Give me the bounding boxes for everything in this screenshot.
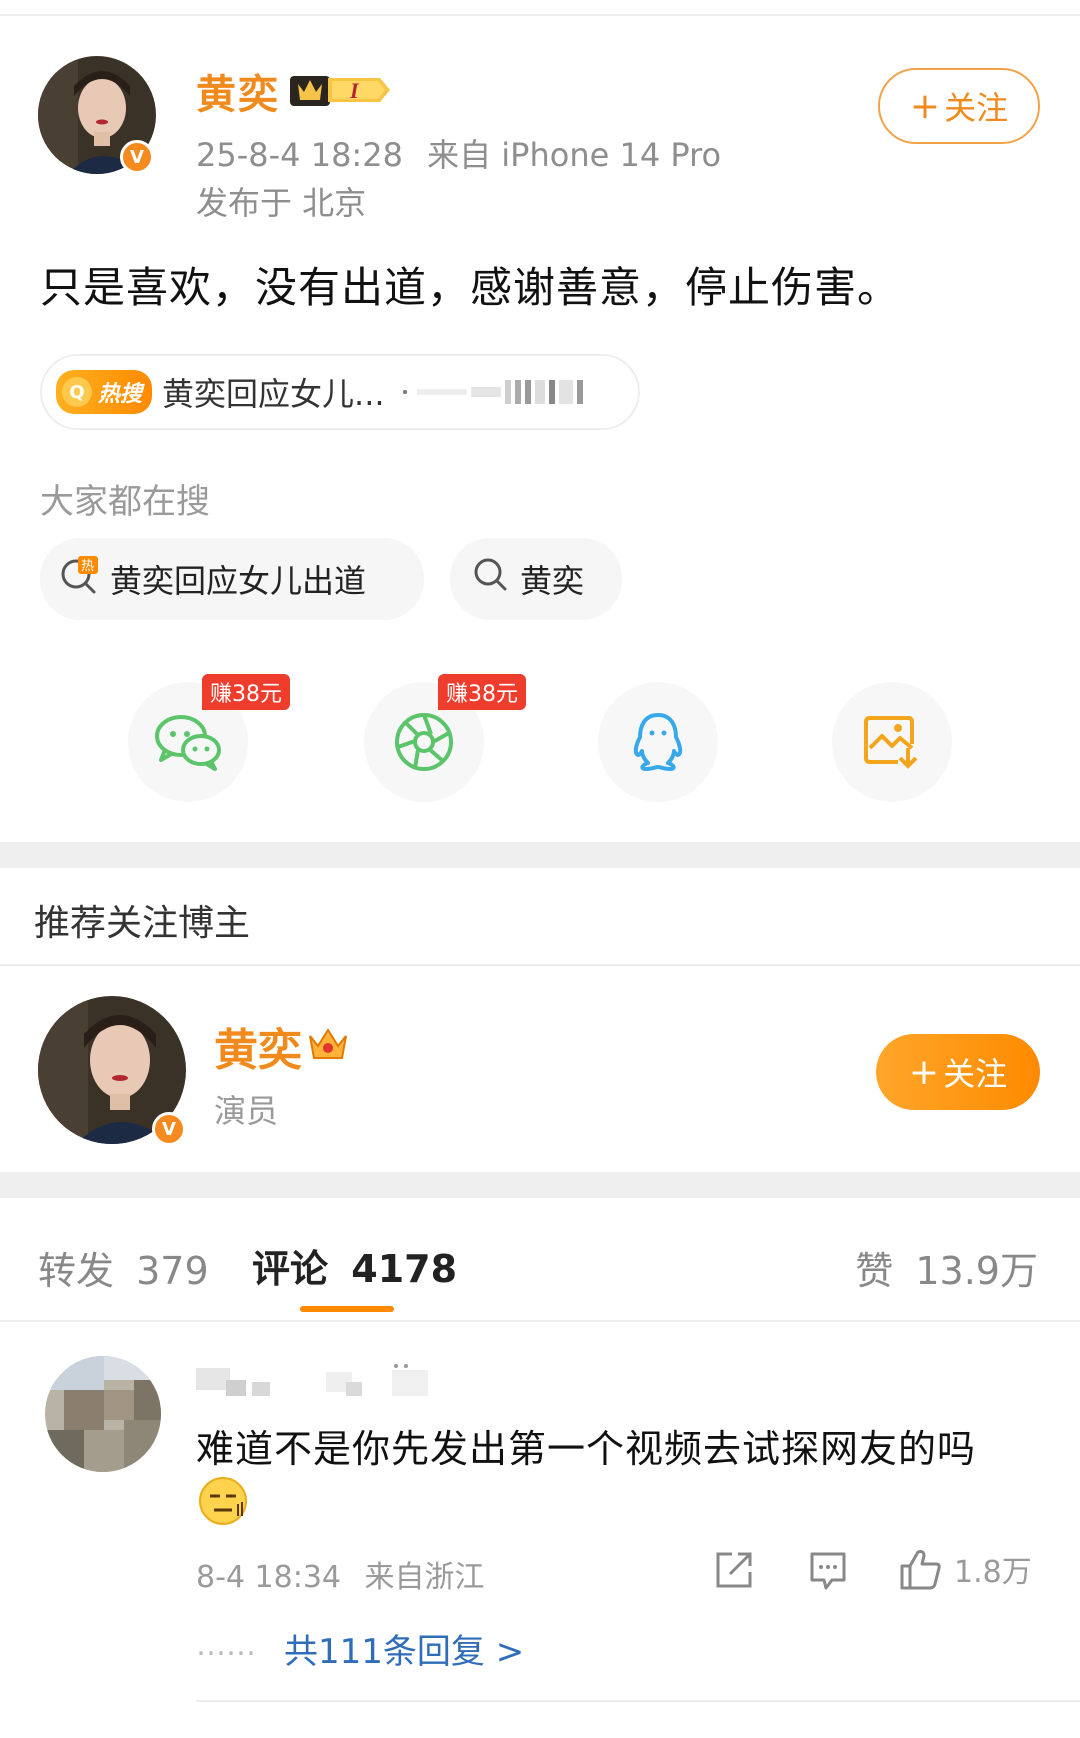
recommend-follow-button[interactable]: + 关注 bbox=[876, 1034, 1040, 1110]
recommend-title: 推荐关注博主 bbox=[34, 903, 251, 944]
hot-search-text: 黄奕回应女儿... bbox=[162, 375, 385, 413]
recommend-name[interactable]: 黄奕 bbox=[214, 1014, 302, 1078]
share-comment-button[interactable] bbox=[712, 1548, 756, 1592]
comment-icon bbox=[810, 1552, 846, 1590]
search-chip-label: 黄奕 bbox=[520, 562, 585, 600]
view-replies-link[interactable]: 共111条回复 > bbox=[284, 1624, 524, 1673]
tab-repost[interactable]: 转发 379 bbox=[38, 1240, 209, 1295]
save-image-button[interactable] bbox=[832, 682, 952, 802]
comment-meta: 8-4 18:34 来自浙江 bbox=[196, 1552, 485, 1596]
divider bbox=[0, 964, 1080, 966]
plus-icon: + bbox=[908, 1051, 940, 1093]
comment-like-count: 1.8万 bbox=[954, 1555, 1032, 1590]
follow-label: 关注 bbox=[944, 89, 1009, 127]
post-time-source: 25-8-4 18:28 来自 iPhone 14 Pro bbox=[196, 130, 721, 176]
search-chip-2[interactable]: 黄奕 bbox=[450, 538, 622, 620]
post-source: 来自 iPhone 14 Pro bbox=[427, 136, 722, 174]
hot-search-tag: Q 热搜 bbox=[56, 370, 153, 414]
active-tab-indicator bbox=[300, 1306, 394, 1312]
like-comment-button[interactable]: 1.8万 bbox=[898, 1546, 1032, 1592]
tab-comments[interactable]: 评论 4178 bbox=[252, 1238, 457, 1293]
replies-prefix: …… bbox=[196, 1628, 256, 1663]
hot-search-card[interactable]: Q 热搜 黄奕回应女儿... bbox=[40, 354, 640, 430]
crown-icon bbox=[306, 1024, 350, 1064]
blurred-content bbox=[402, 380, 583, 404]
hot-search-icon: 热 bbox=[58, 554, 100, 604]
earn-badge: 赚38元 bbox=[202, 674, 290, 710]
verified-badge-icon: V bbox=[152, 1112, 186, 1146]
search-icon: Q bbox=[62, 377, 92, 407]
comment-text: 难道不是你先发出第一个视频去试探网友的吗 bbox=[196, 1427, 977, 1471]
thumbs-up-icon bbox=[900, 1550, 941, 1590]
commenter-name-blurred[interactable] bbox=[196, 1360, 436, 1400]
wechat-icon bbox=[155, 715, 221, 771]
comment-location: 来自浙江 bbox=[364, 1560, 485, 1595]
search-icon bbox=[472, 556, 510, 602]
reply-comment-button[interactable] bbox=[806, 1548, 850, 1592]
vip-level-text: I bbox=[349, 78, 360, 103]
svg-text:热: 热 bbox=[81, 559, 94, 574]
share-qq-button[interactable] bbox=[598, 682, 718, 802]
save-image-icon bbox=[864, 716, 918, 769]
vip-crown-badge-icon: I bbox=[288, 70, 392, 110]
hot-tag-label: 热搜 bbox=[98, 382, 143, 407]
moments-icon bbox=[395, 713, 453, 771]
tab-likes[interactable]: 赞 13.9万 bbox=[855, 1240, 1038, 1295]
commenter-avatar[interactable] bbox=[44, 1350, 162, 1478]
repost-label: 转发 bbox=[38, 1249, 115, 1293]
search-chip-label: 黄奕回应女儿出道 bbox=[110, 562, 367, 600]
recommend-role: 演员 bbox=[214, 1092, 279, 1130]
qq-icon bbox=[633, 713, 683, 771]
comment-time: 8-4 18:34 bbox=[196, 1560, 341, 1595]
earn-badge: 赚38元 bbox=[438, 674, 526, 710]
search-chip-1[interactable]: 热 黄奕回应女儿出道 bbox=[40, 538, 424, 620]
comment-count: 4178 bbox=[351, 1247, 458, 1291]
repost-count: 379 bbox=[136, 1249, 209, 1293]
verified-badge-icon: V bbox=[120, 140, 154, 174]
section-separator bbox=[0, 842, 1080, 868]
divider bbox=[0, 1320, 1080, 1322]
section-separator bbox=[0, 1172, 1080, 1198]
post-location: 发布于 北京 bbox=[196, 184, 367, 222]
post-content: 只是喜欢，没有出道，感谢善意，停止伤害。 bbox=[40, 263, 901, 312]
expressionless-emoji-icon bbox=[198, 1476, 248, 1526]
searches-title: 大家都在搜 bbox=[40, 482, 210, 522]
top-divider bbox=[0, 14, 1080, 16]
divider bbox=[196, 1700, 1080, 1702]
comment-label: 评论 bbox=[252, 1247, 329, 1291]
follow-button[interactable]: + 关注 bbox=[878, 68, 1040, 144]
like-count: 13.9万 bbox=[915, 1249, 1038, 1293]
like-label: 赞 bbox=[855, 1249, 894, 1293]
post-timestamp: 25-8-4 18:28 bbox=[196, 136, 403, 174]
author-name[interactable]: 黄奕 bbox=[196, 62, 280, 120]
separator-dot bbox=[402, 390, 407, 394]
share-icon bbox=[716, 1552, 752, 1588]
plus-icon: + bbox=[909, 85, 941, 127]
follow-label: 关注 bbox=[943, 1055, 1008, 1093]
